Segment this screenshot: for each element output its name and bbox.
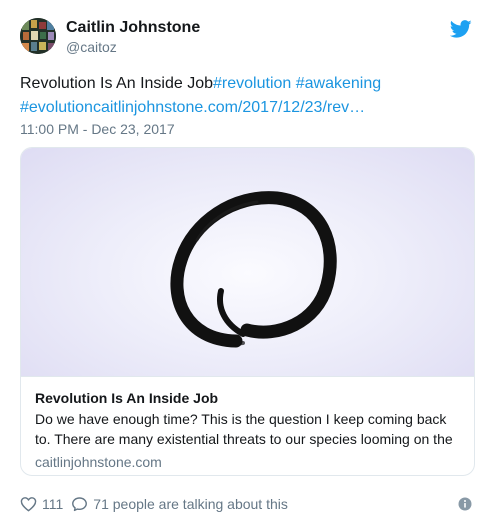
tweet-actions: 111 71 people are talking about this (20, 494, 296, 514)
like-count: 111 (42, 496, 64, 512)
info-icon[interactable] (458, 497, 472, 511)
hashtag-revolution[interactable]: #revolution (213, 75, 291, 92)
card-description: Do we have enough time? This is the ques… (35, 411, 453, 447)
avatar[interactable] (20, 18, 56, 54)
avatar-image (20, 18, 56, 54)
tweet-text-plain: Revolution Is An Inside Job (20, 75, 214, 92)
conversation-link[interactable]: 71 people are talking about this (71, 496, 288, 512)
tweet-link[interactable]: caitlinjohnstone.com/2017/12/23/rev… (93, 99, 365, 116)
card-domain: caitlinjohnstone.com (35, 454, 162, 470)
tweet-text: Revolution Is An Inside Job#revolution #… (20, 72, 475, 120)
twitter-bird-icon[interactable] (450, 18, 472, 40)
link-card[interactable]: Revolution Is An Inside Job Do we have e… (20, 147, 475, 476)
heart-icon (20, 497, 37, 512)
hashtag-evolution[interactable]: #evolution (20, 99, 93, 116)
hashtag-awakening[interactable]: #awakening (296, 75, 381, 92)
author-handle[interactable]: @caitoz (66, 38, 117, 56)
enso-circle-image (170, 191, 337, 348)
conversation-text: 71 people are talking about this (93, 496, 288, 512)
author-name[interactable]: Caitlin Johnstone (66, 18, 200, 38)
like-button[interactable]: 111 (20, 496, 63, 512)
card-image (21, 148, 474, 376)
tweet-timestamp[interactable]: 11:00 PM - Dec 23, 2017 (20, 121, 175, 137)
card-body: Revolution Is An Inside Job Do we have e… (21, 376, 474, 475)
card-title: Revolution Is An Inside Job (35, 390, 219, 406)
speech-bubble-icon (72, 497, 88, 512)
embedded-tweet: Caitlin Johnstone @caitoz Revolution Is … (0, 0, 494, 522)
